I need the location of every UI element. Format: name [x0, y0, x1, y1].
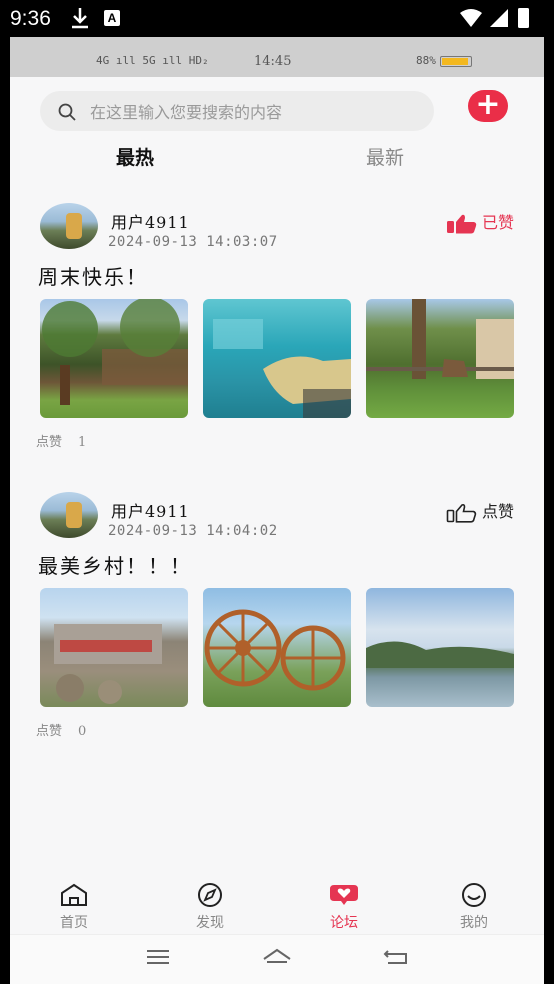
avatar[interactable]	[40, 492, 98, 538]
home-nav-icon[interactable]	[262, 947, 292, 967]
add-post-button[interactable]: +	[468, 90, 508, 122]
download-icon	[70, 6, 90, 34]
smiley-icon	[462, 883, 486, 907]
menu-icon[interactable]	[146, 947, 170, 967]
likes-count: 1	[78, 435, 87, 450]
bottom-nav: 首页 发现 论坛 我的	[10, 883, 544, 935]
post-card: 用户4911 2024-09-13 14:03:07 已赞 周末快乐！ 点赞 1	[10, 203, 544, 453]
nav-label: 我的	[460, 915, 488, 931]
post-timestamp: 2024-09-13 14:03:07	[108, 234, 278, 250]
nav-item-home[interactable]: 首页	[39, 883, 109, 932]
app-frame: 4G ıll 5G ıll HD₂ 14:45 88% + 最热 最新 用户49…	[10, 37, 544, 984]
post-image[interactable]	[40, 588, 188, 707]
post-username[interactable]: 用户4911	[111, 498, 190, 522]
nav-item-mine[interactable]: 我的	[439, 883, 509, 932]
battery-icon	[518, 8, 529, 28]
system-icons	[458, 7, 544, 33]
inner-status-bar: 4G ıll 5G ıll HD₂ 14:45 88%	[10, 37, 544, 77]
home-icon	[61, 883, 87, 906]
tab-hottest[interactable]: 最热	[116, 143, 154, 170]
signal-icon	[490, 9, 508, 27]
like-label: 点赞	[481, 502, 514, 521]
forum-icon	[330, 885, 358, 905]
thumbs-up-outline-icon	[446, 503, 477, 523]
post-timestamp: 2024-09-13 14:04:02	[108, 523, 278, 539]
post-image[interactable]	[366, 588, 514, 707]
likes-label: 点赞	[36, 724, 63, 739]
avatar[interactable]	[40, 203, 98, 249]
notification-a-icon: A	[104, 10, 120, 26]
thumbs-up-filled-icon	[446, 214, 477, 233]
post-content: 周末快乐！	[38, 265, 148, 289]
post-username[interactable]: 用户4911	[111, 209, 190, 233]
nav-item-forum[interactable]: 论坛	[309, 883, 379, 932]
battery-bar-icon	[439, 55, 472, 67]
likes-label: 点赞	[36, 435, 63, 450]
inner-battery: 88%	[416, 54, 472, 67]
tab-newest[interactable]: 最新	[366, 143, 404, 170]
like-count-row: 点赞 1	[36, 431, 86, 450]
nav-item-discover[interactable]: 发现	[175, 883, 245, 932]
back-icon[interactable]	[382, 947, 410, 967]
search-bar[interactable]	[40, 91, 434, 131]
status-time: 9:36	[10, 7, 51, 30]
post-image[interactable]	[366, 299, 514, 418]
network-indicators: 4G ıll 5G ıll HD₂	[96, 54, 209, 67]
nav-label: 发现	[196, 915, 224, 931]
like-count-row: 点赞 0	[36, 720, 86, 739]
post-content: 最美乡村！！！	[38, 554, 192, 578]
search-input[interactable]	[88, 99, 422, 125]
battery-percent: 88%	[416, 54, 436, 67]
inner-clock: 14:45	[254, 54, 292, 69]
likes-count: 0	[78, 724, 87, 739]
compass-icon	[198, 883, 222, 907]
post-image[interactable]	[203, 299, 351, 418]
like-button[interactable]: 已赞	[446, 209, 514, 234]
nav-label: 论坛	[330, 915, 358, 931]
like-button[interactable]: 点赞	[446, 498, 514, 523]
post-card: 用户4911 2024-09-13 14:04:02 点赞 最美乡村！！！ 点赞…	[10, 492, 544, 742]
wifi-icon	[460, 9, 482, 27]
like-label: 已赞	[481, 213, 514, 232]
nav-label: 首页	[60, 915, 88, 931]
post-image[interactable]	[203, 588, 351, 707]
device-status-bar: 9:36 A	[0, 0, 554, 37]
search-icon	[58, 103, 76, 121]
system-nav-bar	[10, 934, 544, 984]
post-image[interactable]	[40, 299, 188, 418]
